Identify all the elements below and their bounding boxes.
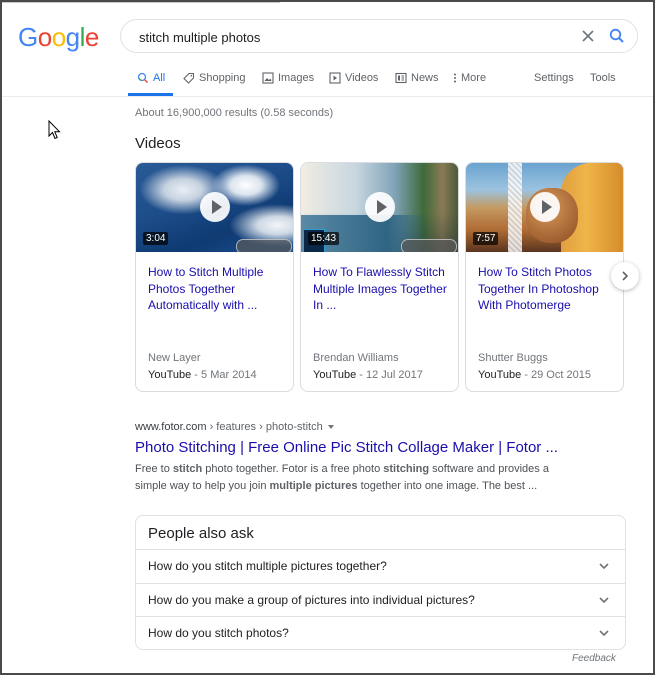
video-meta: YouTube - 12 Jul 2017 — [313, 369, 423, 381]
play-icon — [365, 192, 395, 222]
logo-letter: G — [18, 22, 38, 52]
video-channel: Shutter Buggs — [478, 352, 548, 364]
video-thumbnail[interactable]: 15:43 — [301, 163, 458, 252]
result-stats: About 16,900,000 results (0.58 seconds) — [135, 107, 334, 119]
google-logo[interactable]: Google — [18, 22, 99, 53]
tab-all[interactable]: All — [137, 72, 165, 84]
image-icon — [262, 72, 274, 84]
video-title[interactable]: How To Flawlessly Stitch Multiple Images… — [313, 264, 448, 314]
logo-letter: g — [65, 22, 80, 52]
snippet-highlight: stitching — [383, 463, 430, 475]
snippet-text: photo together. Fotor is a free photo — [202, 463, 384, 475]
video-meta: YouTube - 29 Oct 2015 — [478, 369, 591, 381]
caret-down-icon[interactable] — [327, 425, 334, 430]
tab-label: All — [153, 72, 166, 84]
carousel-next-button[interactable] — [611, 262, 639, 290]
tab-shopping[interactable]: Shopping — [183, 72, 246, 84]
search-input[interactable] — [137, 20, 561, 54]
video-thumbnail[interactable]: 3:04 — [136, 163, 293, 252]
search-button[interactable] — [608, 27, 626, 45]
tag-icon — [183, 72, 195, 84]
result-path: › features › photo-stitch — [206, 421, 323, 433]
play-icon — [200, 192, 230, 222]
snippet-text: Free to — [135, 463, 173, 475]
tab-label: Images — [278, 72, 315, 84]
paa-question[interactable]: How do you stitch photos? — [136, 616, 625, 650]
result-domain: www.fotor.com — [135, 421, 207, 433]
header-divider — [2, 96, 653, 97]
snippet-highlight: multiple pictures — [269, 479, 358, 492]
mouse-cursor-icon — [48, 120, 61, 140]
chevron-down-icon — [599, 630, 609, 637]
paa-question[interactable]: How do you stitch multiple pictures toge… — [136, 549, 625, 583]
video-title[interactable]: How to Stitch Multiple Photos Together A… — [148, 264, 283, 314]
video-date: - 12 Jul 2017 — [359, 369, 423, 381]
video-date: - 29 Oct 2015 — [524, 369, 591, 381]
search-icon — [609, 28, 624, 43]
preview-indicator — [401, 239, 457, 252]
tools-label: Tools — [590, 72, 616, 84]
tab-more[interactable]: More — [453, 72, 486, 84]
tab-videos[interactable]: Videos — [329, 72, 378, 84]
tools-link[interactable]: Tools — [590, 72, 616, 84]
news-icon — [395, 72, 407, 84]
settings-link[interactable]: Settings — [534, 72, 574, 84]
paa-question-text: How do you stitch multiple pictures toge… — [148, 559, 387, 573]
paa-question-text: How do you stitch photos? — [148, 626, 289, 640]
video-channel: Brendan Williams — [313, 352, 399, 364]
paa-question[interactable]: How do you make a group of pictures into… — [136, 583, 625, 617]
video-duration: 7:57 — [473, 232, 499, 245]
result-title-link[interactable]: Photo Stitching | Free Online Pic Stitch… — [135, 439, 558, 456]
chevron-down-icon — [599, 597, 609, 604]
settings-label: Settings — [534, 72, 574, 84]
video-card[interactable]: 7:57 How To Stitch Photos Together In Ph… — [465, 162, 624, 392]
video-card[interactable]: 3:04 How to Stitch Multiple Photos Toget… — [135, 162, 294, 392]
paa-heading: People also ask — [148, 525, 254, 542]
search-box — [120, 19, 638, 54]
window-frame-left — [0, 0, 2, 675]
close-icon — [582, 30, 594, 42]
tab-label: News — [411, 72, 439, 84]
window-frame-top — [0, 0, 655, 2]
video-duration: 15:43 — [308, 232, 340, 245]
video-meta: YouTube - 5 Mar 2014 — [148, 369, 257, 381]
clear-search-button[interactable] — [579, 27, 597, 45]
result-snippet: Free to stitch photo together. Fotor is … — [135, 461, 565, 494]
tab-label: Videos — [345, 72, 379, 84]
search-tabs: All Shopping Images Videos News More Set… — [128, 68, 655, 96]
tab-news[interactable]: News — [395, 72, 439, 84]
video-duration: 3:04 — [143, 232, 169, 245]
video-thumbnail[interactable]: 7:57 — [466, 163, 623, 252]
snippet-highlight: stitch — [172, 463, 203, 475]
video-channel: New Layer — [148, 352, 201, 364]
result-url[interactable]: www.fotor.com › features › photo-stitch — [135, 421, 334, 433]
video-title[interactable]: How To Stitch Photos Together In Photosh… — [478, 264, 613, 314]
videos-heading: Videos — [135, 135, 181, 152]
people-also-ask: People also ask How do you stitch multip… — [135, 515, 626, 650]
play-icon — [530, 192, 560, 222]
video-icon — [329, 72, 341, 84]
video-source: YouTube — [148, 369, 192, 381]
video-card[interactable]: 15:43 How To Flawlessly Stitch Multiple … — [300, 162, 459, 392]
paa-question-text: How do you make a group of pictures into… — [148, 593, 475, 607]
video-date: - 5 Mar 2014 — [194, 369, 257, 381]
tab-label: Shopping — [199, 72, 246, 84]
feedback-link[interactable]: Feedback — [572, 653, 616, 664]
preview-indicator — [236, 239, 292, 252]
chevron-right-icon — [622, 271, 629, 281]
logo-letter: o — [51, 22, 66, 52]
more-vertical-icon — [454, 73, 456, 83]
chevron-down-icon — [599, 563, 609, 570]
selection-overlay — [508, 163, 522, 252]
video-source: YouTube — [478, 369, 522, 381]
video-source: YouTube — [313, 369, 357, 381]
search-icon — [137, 72, 148, 83]
logo-letter: o — [37, 22, 52, 52]
snippet-text: together into one image. The best ... — [357, 479, 538, 492]
tab-images[interactable]: Images — [262, 72, 314, 84]
logo-letter: e — [84, 22, 99, 52]
tab-label: More — [461, 72, 487, 84]
